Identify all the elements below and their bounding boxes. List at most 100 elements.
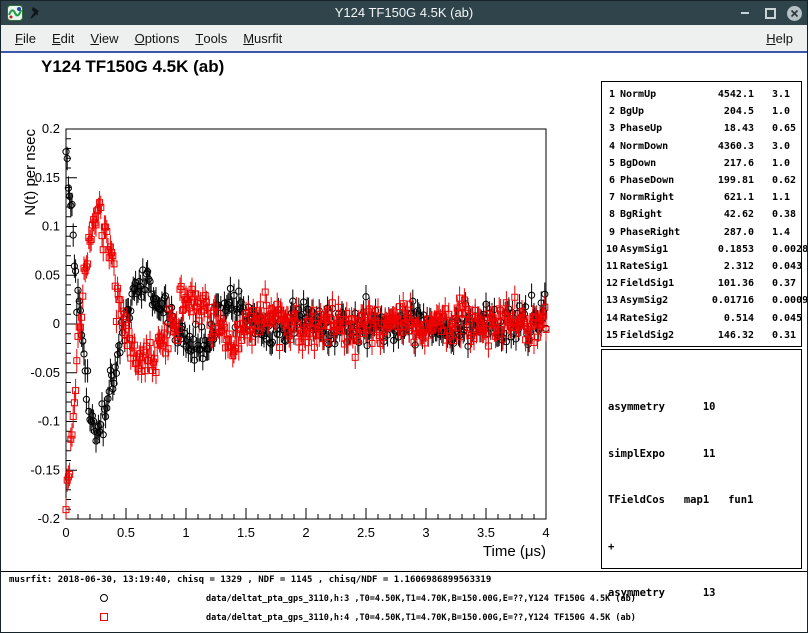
param-value: 0.1853 — [702, 241, 754, 258]
svg-text:3: 3 — [422, 525, 429, 540]
minimize-button[interactable] — [737, 5, 753, 21]
param-number: 3 — [606, 120, 620, 137]
parameter-row: 3 PhaseUp 18.43 0.65 — [602, 120, 801, 137]
param-name: PhaseDown — [620, 172, 702, 189]
param-number: 10 — [606, 241, 620, 258]
legend-entry: data/deltat_pta_gps_3110,h:4 ,T0=4.50K,T… — [1, 612, 807, 624]
param-value: 4360.3 — [702, 138, 754, 155]
param-number: 8 — [606, 206, 620, 223]
theory-line: simplExpo 11 — [608, 449, 795, 461]
param-number: 5 — [606, 155, 620, 172]
parameter-row: 1 NormUp 4542.1 3.1 — [602, 86, 801, 103]
svg-text:0.05: 0.05 — [35, 267, 60, 282]
svg-text:-0.05: -0.05 — [30, 365, 60, 380]
param-value: 146.32 — [702, 327, 754, 344]
param-error: 0.37 — [754, 275, 797, 292]
plot-title: Y124 TF150G 4.5K (ab) — [41, 57, 224, 77]
parameter-row: 11 RateSig1 2.312 0.043 — [602, 258, 801, 275]
param-error: 0.00098 — [754, 292, 808, 309]
param-error: 0.62 — [754, 172, 797, 189]
param-error: 1.4 — [754, 224, 797, 241]
param-error: 0.043 — [754, 258, 802, 275]
theory-line: TFieldCos map1 fun1 — [608, 495, 795, 507]
svg-text:-0.15: -0.15 — [30, 462, 60, 477]
svg-text:3.5: 3.5 — [477, 525, 495, 540]
svg-text:4: 4 — [542, 525, 549, 540]
svg-text:1: 1 — [182, 525, 189, 540]
legend-circle-marker-icon — [100, 594, 108, 602]
param-number: 13 — [606, 292, 620, 309]
param-name: FieldSig1 — [620, 275, 702, 292]
parameter-row: 8 BgRight 42.62 0.38 — [602, 206, 801, 223]
param-error: 3.1 — [754, 86, 797, 103]
plot-canvas[interactable]: 00.511.522.533.54-0.2-0.15-0.1-0.0500.05… — [19, 87, 579, 567]
application-window: Y124 TF150G 4.5K (ab) File Edit View Opt… — [0, 0, 808, 633]
param-name: AsymSig1 — [620, 241, 702, 258]
theory-line: asymmetry 10 — [608, 402, 795, 414]
window-controls — [737, 1, 802, 25]
param-name: NormDown — [620, 138, 702, 155]
parameter-row: 7 NormRight 621.1 1.1 — [602, 189, 801, 206]
menu-musrfit[interactable]: Musrfit — [235, 25, 290, 51]
param-value: 0.01716 — [702, 292, 754, 309]
param-name: RateSig2 — [620, 310, 702, 327]
minimize-icon — [741, 12, 749, 14]
param-error: 0.31 — [754, 327, 797, 344]
menu-tools[interactable]: Tools — [187, 25, 235, 51]
svg-text:Time (μs): Time (μs) — [483, 543, 546, 560]
menu-view[interactable]: View — [82, 25, 126, 51]
param-name: BgDown — [620, 155, 702, 172]
canvas-area: Y124 TF150G 4.5K (ab) 00.511.522.533.54-… — [1, 53, 807, 632]
param-value: 42.62 — [702, 206, 754, 223]
parameter-row: 9 PhaseRight 287.0 1.4 — [602, 224, 801, 241]
param-number: 2 — [606, 103, 620, 120]
parameter-row: 14 RateSig2 0.514 0.045 — [602, 310, 801, 327]
param-value: 217.6 — [702, 155, 754, 172]
param-name: PhaseRight — [620, 224, 702, 241]
svg-text:0.1: 0.1 — [42, 219, 60, 234]
param-name: RateSig1 — [620, 258, 702, 275]
param-number: 4 — [606, 138, 620, 155]
legend-label: data/deltat_pta_gps_3110,h:4 ,T0=4.50K,T… — [206, 613, 636, 623]
menu-help[interactable]: Help — [758, 25, 801, 51]
param-number: 15 — [606, 327, 620, 344]
footer-separator — [1, 571, 807, 572]
parameter-row: 15 FieldSig2 146.32 0.31 — [602, 327, 801, 344]
menu-edit[interactable]: Edit — [44, 25, 82, 51]
menu-options[interactable]: Options — [127, 25, 188, 51]
svg-text:0: 0 — [62, 525, 69, 540]
parameter-row: 5 BgDown 217.6 1.0 — [602, 155, 801, 172]
param-name: FieldSig2 — [620, 327, 702, 344]
param-name: BgRight — [620, 206, 702, 223]
svg-text:0.2: 0.2 — [42, 121, 60, 136]
legend-label: data/deltat_pta_gps_3110,h:3 ,T0=4.50K,T… — [206, 594, 636, 604]
param-value: 204.5 — [702, 103, 754, 120]
param-number: 14 — [606, 310, 620, 327]
menu-file[interactable]: File — [7, 25, 44, 51]
close-button[interactable] — [787, 6, 802, 21]
theory-box: asymmetry 10 simplExpo 11 TFieldCos map1… — [601, 349, 802, 569]
param-name: AsymSig2 — [620, 292, 702, 309]
svg-text:0: 0 — [53, 316, 60, 331]
parameter-row: 13 AsymSig2 0.01716 0.00098 — [602, 292, 801, 309]
param-name: NormRight — [620, 189, 702, 206]
window-title: Y124 TF150G 4.5K (ab) — [1, 1, 807, 25]
param-error: 3.0 — [754, 138, 797, 155]
param-name: NormUp — [620, 86, 702, 103]
svg-text:N(t) per nsec: N(t) per nsec — [22, 129, 39, 216]
param-value: 621.1 — [702, 189, 754, 206]
fit-info-status: musrfit: 2018-06-30, 13:19:40, chisq = 1… — [9, 575, 491, 585]
svg-text:2: 2 — [302, 525, 309, 540]
svg-text:-0.2: -0.2 — [38, 511, 60, 526]
param-error: 0.65 — [754, 120, 797, 137]
svg-text:1.5: 1.5 — [237, 525, 255, 540]
param-number: 7 — [606, 189, 620, 206]
legend-square-marker-icon — [100, 613, 108, 621]
param-number: 1 — [606, 86, 620, 103]
parameter-row: 6 PhaseDown 199.81 0.62 — [602, 172, 801, 189]
maximize-button[interactable] — [762, 5, 778, 21]
parameter-row: 10 AsymSig1 0.1853 0.0028 — [602, 241, 801, 258]
parameter-box: 1 NormUp 4542.1 3.1 2 BgUp 204.5 1.0 3 P… — [601, 81, 802, 347]
param-number: 12 — [606, 275, 620, 292]
param-error: 0.0028 — [754, 241, 808, 258]
